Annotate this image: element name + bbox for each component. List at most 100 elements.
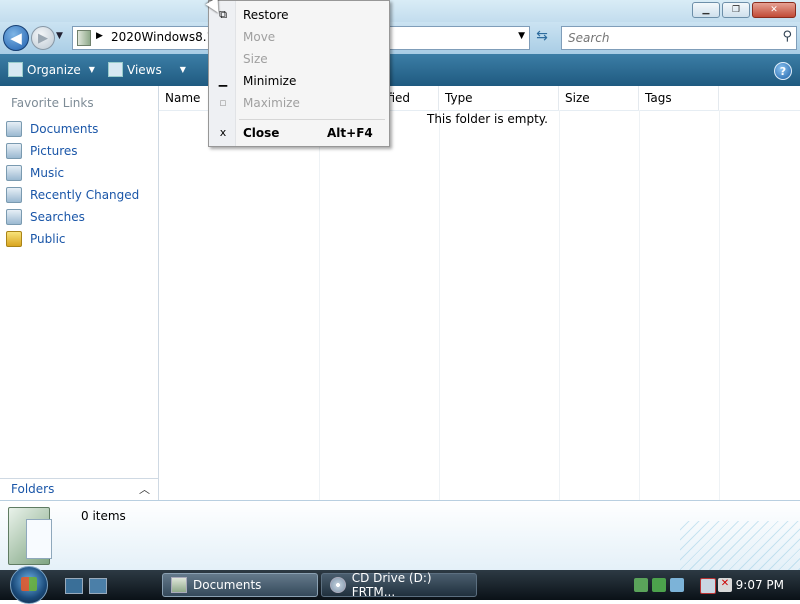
menu-item-label: Move	[243, 30, 276, 44]
search-input[interactable]	[566, 29, 770, 47]
search-box: ⚲	[561, 26, 797, 50]
favorite-link-pictures[interactable]: Pictures	[6, 140, 139, 162]
chevron-down-icon[interactable]: ▼	[180, 65, 186, 74]
taskbar-button-documents[interactable]: Documents	[162, 573, 318, 597]
favorite-link-label: Documents	[30, 122, 99, 136]
details-pane: 0 items	[0, 500, 800, 571]
minimize-icon: ▁	[218, 74, 228, 87]
favorite-link-searches[interactable]: Searches	[6, 206, 139, 228]
documents-icon	[6, 121, 22, 137]
column-divider	[319, 110, 320, 500]
organize-icon	[8, 62, 23, 77]
search-icon[interactable]: ⚲	[782, 29, 792, 44]
switch-windows-icon[interactable]	[89, 578, 107, 594]
windows-logo-icon	[21, 577, 37, 591]
close-icon: x	[219, 126, 227, 139]
menu-item-label: Close	[243, 126, 280, 140]
decorative-swoosh	[680, 521, 800, 571]
favorite-link-label: Music	[30, 166, 65, 180]
favorite-link-documents[interactable]: Documents	[6, 118, 139, 140]
favorite-links-heading: Favorite Links	[11, 96, 94, 110]
update-icon[interactable]	[652, 578, 666, 592]
views-button[interactable]: Views ▼	[108, 62, 186, 77]
taskbar-button-label: CD Drive (D:) FRTM...	[351, 571, 432, 599]
close-button[interactable]: ✕	[752, 2, 796, 18]
column-divider	[719, 110, 720, 500]
network-status-icon[interactable]	[700, 578, 716, 594]
chevron-down-icon: ▼	[88, 65, 95, 74]
column-divider	[439, 110, 440, 500]
minimize-button[interactable]: ▁	[692, 2, 720, 18]
empty-folder-message: This folder is empty.	[427, 112, 548, 126]
organize-label: Organize	[27, 62, 81, 77]
breadcrumb-arrow-icon[interactable]: ▶	[96, 31, 103, 41]
taskbar-button-cd-drive[interactable]: CD Drive (D:) FRTM...	[321, 571, 477, 599]
favorite-link-label: Searches	[30, 210, 85, 224]
help-icon[interactable]: ?	[774, 62, 792, 80]
cd-drive-icon	[330, 577, 346, 593]
menu-item-close[interactable]: x Close Alt+F4	[209, 122, 389, 144]
menu-item-label: Maximize	[243, 96, 300, 110]
menu-item-size[interactable]: Size	[209, 48, 389, 70]
safely-remove-icon[interactable]	[634, 578, 648, 592]
recent-pages-dropdown[interactable]: ▼	[56, 31, 63, 41]
folders-toggle[interactable]: Folders ︿	[0, 478, 158, 501]
clock[interactable]: 9:07 PM	[736, 578, 784, 592]
folder-icon	[77, 30, 91, 46]
show-desktop-icon[interactable]	[65, 578, 83, 594]
menu-item-restore[interactable]: ⧉ Restore	[209, 4, 389, 26]
command-toolbar: Organize ▼ Views ▼ ?	[0, 54, 800, 86]
folders-label: Folders	[11, 482, 55, 496]
notification-area: ✕ 9:07 PM	[628, 570, 800, 600]
document-page-icon	[26, 519, 52, 559]
column-header-type[interactable]: Type	[439, 86, 559, 110]
favorite-link-label: Recently Changed	[30, 188, 140, 202]
menu-item-label: Minimize	[243, 74, 297, 88]
menu-item-label: Size	[243, 52, 268, 66]
column-divider	[559, 110, 560, 500]
column-header-size[interactable]: Size	[559, 86, 639, 110]
taskbar-button-label: Documents	[193, 578, 262, 592]
back-button[interactable]: ◀	[3, 25, 29, 51]
favorite-link-label: Public	[30, 232, 66, 246]
window-controls: ▁ ❐ ✕	[692, 2, 796, 18]
favorite-link-label: Pictures	[30, 144, 78, 158]
searches-icon	[6, 209, 22, 225]
address-row: ◀ ▶ ▼ ▶ 2020Windows8.1 ▼ ⇆ ⚲	[0, 22, 800, 54]
menu-item-accelerator: Alt+F4	[327, 126, 373, 140]
column-divider	[639, 110, 640, 500]
views-label: Views	[127, 62, 162, 77]
menu-separator	[239, 119, 385, 120]
column-header-tags[interactable]: Tags	[639, 86, 719, 110]
start-button[interactable]	[10, 566, 48, 604]
address-dropdown-icon[interactable]: ▼	[518, 31, 525, 41]
public-folder-icon	[6, 231, 22, 247]
title-bar[interactable]: ▁ ❐ ✕	[0, 0, 800, 22]
breadcrumb[interactable]: 2020Windows8.1	[111, 30, 214, 44]
menu-item-minimize[interactable]: ▁ Minimize	[209, 70, 389, 92]
file-list[interactable]: Name Date modified Type Size Tags This f…	[159, 86, 800, 500]
pictures-icon	[6, 143, 22, 159]
forward-button[interactable]: ▶	[31, 26, 55, 50]
system-menu: ⧉ Restore Move Size ▁ Minimize ▫ Maximiz…	[208, 0, 390, 147]
music-icon	[6, 165, 22, 181]
maximize-icon: ▫	[219, 96, 227, 109]
views-icon	[108, 62, 123, 77]
chevron-up-icon[interactable]: ︿	[139, 481, 150, 497]
favorite-link-public[interactable]: Public	[6, 228, 139, 250]
organize-button[interactable]: Organize ▼	[8, 62, 95, 77]
favorite-link-recently-changed[interactable]: Recently Changed	[6, 184, 139, 206]
volume-muted-icon[interactable]: ✕	[718, 578, 732, 592]
favorite-link-music[interactable]: Music	[6, 162, 139, 184]
menu-item-move[interactable]: Move	[209, 26, 389, 48]
item-count: 0 items	[81, 509, 126, 523]
recently-changed-icon	[6, 187, 22, 203]
folder-icon	[171, 577, 187, 593]
refresh-icon[interactable]: ⇆	[532, 28, 552, 48]
favorite-links-list: Documents Pictures Music Recently Change…	[6, 118, 139, 250]
taskbar: Documents CD Drive (D:) FRTM... ✕ 9:07 P…	[0, 566, 800, 604]
menu-item-label: Restore	[243, 8, 289, 22]
network-icon[interactable]	[670, 578, 684, 592]
menu-item-maximize[interactable]: ▫ Maximize	[209, 92, 389, 114]
restore-button[interactable]: ❐	[722, 2, 750, 18]
